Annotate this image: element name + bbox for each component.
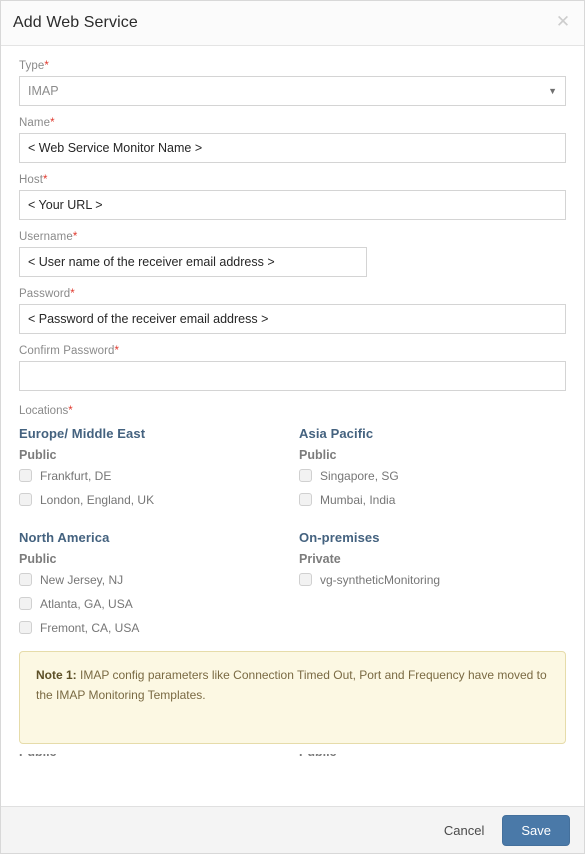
clipped-access-type-right: Public [299, 754, 566, 759]
location-label: Singapore, SG [320, 468, 399, 483]
required-marker: * [70, 288, 75, 300]
dialog-body: Type* IMAP ▼ Name* < Web Service Monitor… [1, 46, 584, 806]
required-marker: * [114, 345, 120, 357]
type-label: Type* [19, 60, 49, 72]
password-label: Password* [19, 288, 75, 300]
location-option-atlanta[interactable]: Atlanta, GA, USA [19, 596, 299, 611]
region-access-type: Public [19, 448, 57, 462]
host-label: Host* [19, 174, 48, 186]
checkbox-icon[interactable] [19, 621, 32, 634]
field-confirm-password: Confirm Password* [19, 345, 566, 391]
locations-label: Locations* [19, 405, 73, 417]
location-option-frankfurt[interactable]: Frankfurt, DE [19, 468, 299, 483]
required-marker: * [68, 405, 73, 417]
name-input[interactable]: < Web Service Monitor Name > [19, 133, 566, 163]
page-title: Add Web Service [13, 14, 138, 31]
field-username: Username* < User name of the receiver em… [19, 231, 566, 277]
field-password: Password* < Password of the receiver ema… [19, 288, 566, 334]
username-input[interactable]: < User name of the receiver email addres… [19, 247, 367, 277]
add-web-service-dialog: Add Web Service ✕ Type* IMAP ▼ Name* < W… [0, 0, 585, 854]
location-label: New Jersey, NJ [40, 572, 124, 587]
required-marker: * [44, 60, 49, 72]
clipped-section-row: Public Public [19, 754, 566, 764]
field-host: Host* < Your URL > [19, 174, 566, 220]
checkbox-icon[interactable] [19, 573, 32, 586]
region-title: Asia Pacific [299, 426, 374, 441]
region-europe-middle-east: Europe/ Middle East Public Frankfurt, DE… [19, 426, 299, 516]
location-label: vg-syntheticMonitoring [320, 572, 441, 587]
password-input[interactable]: < Password of the receiver email address… [19, 304, 566, 334]
region-title: Europe/ Middle East [19, 426, 146, 441]
name-label: Name* [19, 117, 55, 129]
location-option-singapore[interactable]: Singapore, SG [299, 468, 566, 483]
note-prefix: Note 1: [36, 668, 77, 682]
host-input[interactable]: < Your URL > [19, 190, 566, 220]
required-marker: * [72, 231, 78, 243]
field-name: Name* < Web Service Monitor Name > [19, 117, 566, 163]
dialog-footer: Cancel Save [1, 806, 584, 853]
region-north-america: North America Public New Jersey, NJ Atla… [19, 516, 299, 644]
location-option-fremont[interactable]: Fremont, CA, USA [19, 620, 299, 635]
dialog-header: Add Web Service ✕ [1, 1, 584, 46]
region-asia-pacific: Asia Pacific Public Singapore, SG Mumbai… [299, 426, 566, 516]
checkbox-icon[interactable] [299, 573, 312, 586]
location-label: Atlanta, GA, USA [40, 596, 133, 611]
checkbox-icon[interactable] [19, 597, 32, 610]
checkbox-icon[interactable] [19, 469, 32, 482]
region-title: North America [19, 530, 110, 545]
location-label: Frankfurt, DE [40, 468, 112, 483]
location-label: Mumbai, India [320, 492, 396, 507]
required-marker: * [43, 174, 48, 186]
region-access-type: Public [299, 448, 337, 462]
location-option-vg-syntheticmonitoring[interactable]: vg-syntheticMonitoring [299, 572, 566, 587]
location-option-london[interactable]: London, England, UK [19, 492, 299, 507]
cancel-button[interactable]: Cancel [432, 817, 496, 844]
checkbox-icon[interactable] [299, 493, 312, 506]
confirm-password-label: Confirm Password* [19, 345, 120, 357]
location-option-mumbai[interactable]: Mumbai, India [299, 492, 566, 507]
required-marker: * [50, 117, 55, 129]
close-icon[interactable]: ✕ [553, 12, 573, 32]
type-select-value: IMAP [28, 84, 59, 98]
location-option-new-jersey[interactable]: New Jersey, NJ [19, 572, 299, 587]
save-button[interactable]: Save [502, 814, 570, 846]
note-banner: Note 1: IMAP config parameters like Conn… [19, 651, 566, 744]
checkbox-icon[interactable] [299, 469, 312, 482]
region-access-type: Public [19, 552, 57, 566]
username-label: Username* [19, 231, 78, 243]
type-select[interactable]: IMAP ▼ [19, 76, 566, 106]
chevron-down-icon: ▼ [548, 86, 557, 96]
confirm-password-input[interactable] [19, 361, 566, 391]
field-type: Type* IMAP ▼ [19, 60, 566, 106]
region-access-type: Private [299, 552, 341, 566]
clipped-access-type-left: Public [19, 754, 299, 759]
location-label: Fremont, CA, USA [40, 620, 140, 635]
locations-grid: Europe/ Middle East Public Frankfurt, DE… [19, 426, 566, 644]
checkbox-icon[interactable] [19, 493, 32, 506]
note-text: IMAP config parameters like Connection T… [36, 668, 547, 702]
location-label: London, England, UK [40, 492, 155, 507]
region-on-premises: On-premises Private vg-syntheticMonitori… [299, 516, 566, 644]
region-title: On-premises [299, 530, 380, 545]
